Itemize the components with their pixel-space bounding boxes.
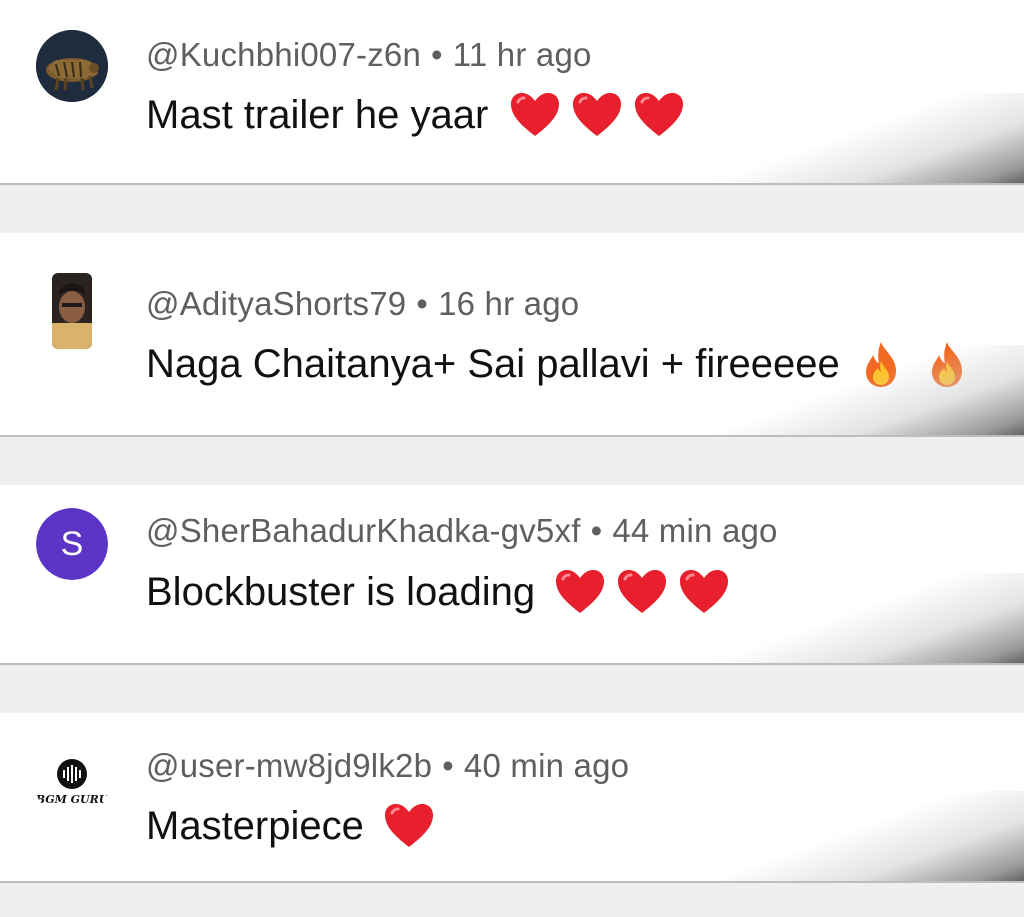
comment-body: Masterpiece <box>146 803 364 848</box>
comment-meta: @Kuchbhi007-z6n • 11 hr ago <box>146 36 592 74</box>
heart-icon <box>382 801 436 851</box>
heart-icon <box>677 567 731 617</box>
avatar[interactable]: S <box>36 508 108 580</box>
comment-card: S @SherBahadurKhadka-gv5xf • 44 min ago Bl… <box>0 485 1024 665</box>
heart-icon <box>615 567 669 617</box>
heart-icon <box>632 90 686 140</box>
heart-icon <box>508 90 562 140</box>
timestamp: 44 min ago <box>612 512 778 549</box>
comment-text: Mast trailer he yaar <box>146 90 686 140</box>
comment-body: Mast trailer he yaar <box>146 92 489 137</box>
comment-body: Blockbuster is loading <box>146 569 536 614</box>
username-link[interactable]: @user-mw8jd9lk2b <box>146 747 432 784</box>
comment-meta: @user-mw8jd9lk2b • 40 min ago <box>146 747 629 785</box>
timestamp: 40 min ago <box>463 747 630 784</box>
avatar-initial: S <box>36 508 108 580</box>
hyena-photo-avatar-icon <box>36 30 108 102</box>
comment-body: Naga Chaitanya+ Sai pallavi + fireeeee <box>146 341 840 386</box>
avatar[interactable] <box>36 30 108 102</box>
comment-card: @Kuchbhi007-z6n • 11 hr ago Mast trailer h… <box>0 0 1024 185</box>
heart-icon <box>570 90 624 140</box>
comment-meta: @SherBahadurKhadka-gv5xf • 44 min ago <box>146 512 778 550</box>
avatar-logo-text: BGM GURU <box>35 792 109 806</box>
person-photo-avatar-icon <box>52 273 92 349</box>
comment-meta: @AdityaShorts79 • 16 hr ago <box>146 285 579 323</box>
bgm-guru-logo-icon <box>57 758 87 789</box>
timestamp: 11 hr ago <box>452 36 592 73</box>
timestamp: 16 hr ago <box>438 285 580 322</box>
username-link[interactable]: @Kuchbhi007-z6n <box>146 36 421 73</box>
fire-icon <box>924 339 970 389</box>
separator-dot: • <box>431 36 443 73</box>
comment-card: @AdityaShorts79 • 16 hr ago Naga Chaitanya… <box>0 233 1024 437</box>
comment-card: BGM GURU @user-mw8jd9lk2b • 40 min ago Mas… <box>0 713 1024 883</box>
avatar[interactable]: BGM GURU <box>34 743 110 819</box>
comment-text: Blockbuster is loading <box>146 567 731 617</box>
comment-text: Masterpiece <box>146 801 436 851</box>
separator-dot: • <box>416 285 429 322</box>
comment-text: Naga Chaitanya+ Sai pallavi + fireeeee <box>146 339 970 389</box>
heart-icon <box>553 567 607 617</box>
fire-icon <box>858 339 904 389</box>
separator-dot: • <box>442 747 454 784</box>
avatar[interactable] <box>52 273 92 349</box>
separator-dot: • <box>590 512 603 549</box>
username-link[interactable]: @SherBahadurKhadka-gv5xf <box>146 512 581 549</box>
username-link[interactable]: @AdityaShorts79 <box>146 285 406 322</box>
